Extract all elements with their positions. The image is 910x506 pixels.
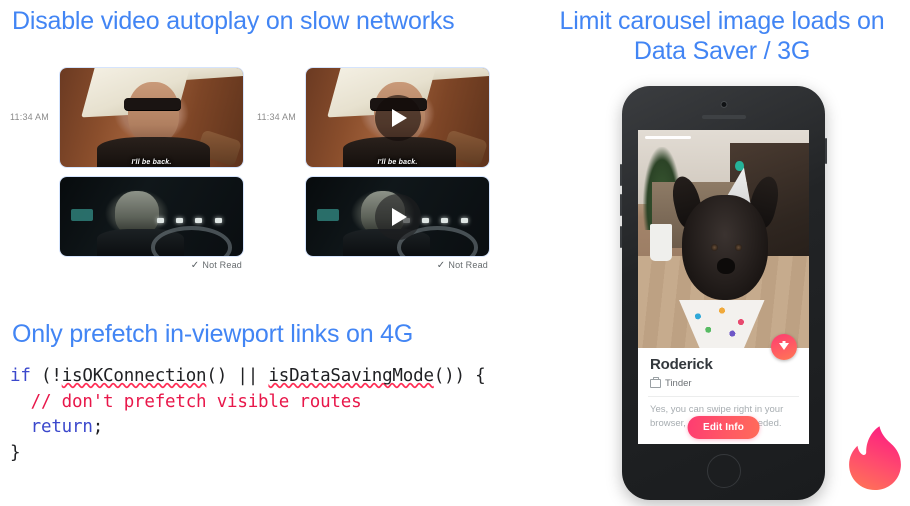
dog-face-shape — [682, 195, 768, 301]
code-token-pun: () || — [206, 366, 269, 386]
video-frame-art — [60, 68, 243, 167]
divider — [648, 396, 799, 397]
message-status: ✓ Not Read — [437, 260, 488, 271]
page-title-prefetch: Only prefetch in-viewport links on 4G — [12, 320, 414, 348]
earpiece-speaker — [701, 115, 746, 119]
code-token-pun: (! — [30, 366, 62, 386]
code-token-pun: ; — [92, 417, 104, 437]
phone-screen: Roderick Tinder Yes, you can swipe right… — [638, 130, 809, 444]
page-title-carousel: Limit carousel image loads on Data Saver… — [559, 7, 885, 65]
edit-info-button[interactable]: Edit Info — [687, 416, 760, 439]
message-status-label: Not Read — [202, 260, 242, 270]
code-token-pun: ()) { — [433, 366, 486, 386]
video-thumbnail-night[interactable] — [306, 177, 489, 256]
code-token-fn: isOKConnection — [61, 366, 207, 386]
message-status-label: Not Read — [448, 260, 488, 270]
page-title-autoplay: Disable video autoplay on slow networks — [12, 7, 455, 35]
profile-photo[interactable] — [638, 130, 809, 348]
profile-card-body: Roderick Tinder Yes, you can swipe right… — [638, 348, 809, 444]
check-icon: ✓ — [190, 260, 200, 271]
profile-source: Tinder — [650, 377, 692, 389]
phone-mockup: Roderick Tinder Yes, you can swipe right… — [620, 86, 827, 500]
play-icon[interactable] — [374, 94, 421, 141]
video-thumbnail-night[interactable] — [60, 177, 243, 256]
video-thumbnail-daylight[interactable]: I'll be back. — [60, 68, 243, 167]
code-token-kw: return — [30, 417, 93, 437]
download-arrow-icon[interactable] — [771, 334, 797, 360]
code-token-cmt: // don't prefetch visible routes — [10, 391, 362, 412]
code-token-pun — [10, 417, 31, 437]
home-button[interactable] — [706, 454, 741, 488]
video-frame-art — [60, 177, 243, 256]
code-snippet: if (!isOKConnection() || isDataSavingMod… — [10, 364, 486, 467]
code-token-fn: isDataSavingMode — [268, 366, 434, 386]
code-token-kw: if — [10, 366, 31, 386]
play-icon[interactable] — [374, 193, 421, 240]
video-caption: I'll be back. — [377, 159, 418, 166]
check-icon: ✓ — [436, 260, 446, 271]
message-status: ✓ Not Read — [191, 260, 242, 271]
briefcase-icon — [650, 377, 661, 388]
message-timestamp: 11:34 AM — [257, 112, 296, 122]
code-line: // don't prefetch visible routes — [10, 390, 485, 416]
sunglasses-shape — [124, 97, 181, 110]
carousel-progress-indicator[interactable] — [645, 136, 691, 139]
video-thumbnail-daylight[interactable]: I'll be back. — [306, 68, 489, 167]
profile-name: Roderick — [650, 356, 713, 373]
front-camera-icon — [720, 101, 727, 108]
code-token-pun: } — [10, 442, 21, 463]
profile-source-label: Tinder — [665, 378, 692, 389]
tinder-flame-icon — [848, 425, 902, 491]
code-line: if (!isOKConnection() || isDataSavingMod… — [10, 364, 486, 390]
video-caption: I'll be back. — [131, 159, 172, 166]
code-line: } — [10, 441, 485, 467]
message-timestamp: 11:34 AM — [10, 112, 49, 122]
code-line: return; — [10, 415, 485, 441]
